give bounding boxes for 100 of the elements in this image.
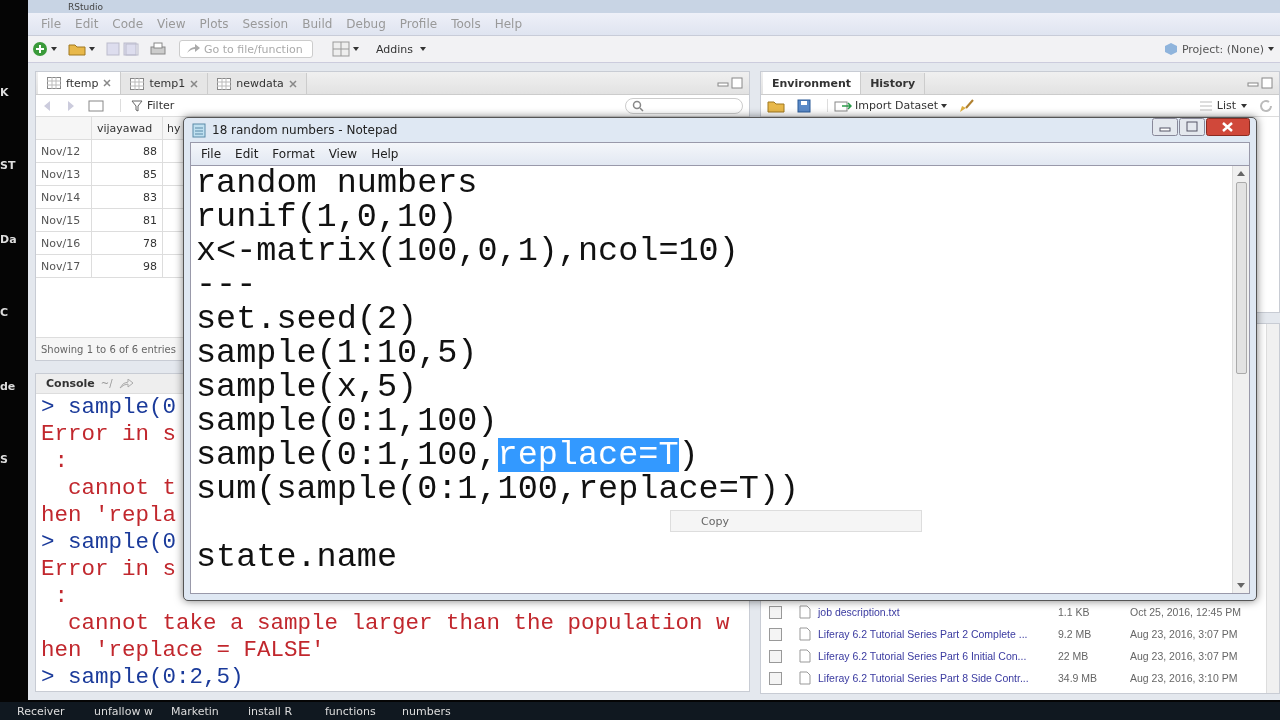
table-cell: 85: [92, 163, 163, 185]
maximize-icon[interactable]: [1179, 118, 1205, 136]
scrollbar[interactable]: [1232, 166, 1249, 593]
console-error: Error in s: [41, 556, 177, 583]
table-cell: 81: [92, 209, 163, 231]
caret-icon: [1241, 103, 1247, 108]
menu-item[interactable]: Help: [365, 147, 407, 161]
folder-icon[interactable]: [767, 98, 785, 113]
menu-item[interactable]: View: [322, 147, 366, 161]
caret-icon[interactable]: [51, 47, 57, 51]
caret-icon[interactable]: [89, 47, 95, 51]
code-text: sum(sample(0:1,100,replace=T)): [196, 472, 800, 506]
column-header[interactable]: hy: [163, 117, 181, 139]
table-icon: [217, 77, 232, 90]
console-error: cannot take a sample larger than the population w: [67, 610, 730, 637]
console-command: > sample(0: [41, 529, 177, 556]
file-date: Aug 23, 2016, 3:07 PM: [1130, 650, 1238, 662]
file-link[interactable]: Liferay 6.2 Tutorial Series Part 6 Initial Con...: [818, 650, 1058, 662]
caret-icon: [941, 103, 948, 108]
file-icon: [799, 627, 811, 641]
checkbox[interactable]: [769, 605, 782, 619]
code-text: runif(1,0,10): [196, 200, 458, 234]
filter-icon: [131, 99, 143, 112]
console-error: :: [53, 583, 68, 610]
file-icon: [799, 671, 811, 685]
window-title: 18 random numbers - Notepad: [212, 123, 398, 137]
checkbox[interactable]: [769, 671, 782, 685]
addins-menu[interactable]: Addins: [376, 42, 414, 56]
taskbar-item[interactable]: Receiver: [0, 704, 77, 718]
caret-icon[interactable]: [1268, 47, 1274, 51]
file-icon: [799, 649, 811, 663]
scrollbar[interactable]: [1266, 324, 1279, 693]
row-label: Nov/14: [36, 186, 92, 208]
checkbox[interactable]: [769, 649, 782, 663]
console-command: > sample(0:2,5): [41, 664, 244, 691]
file-link[interactable]: Liferay 6.2 Tutorial Series Part 8 Side Contr...: [818, 672, 1058, 684]
import-icon: [834, 99, 852, 112]
table-icon: [47, 77, 61, 89]
row-label: Nov/17: [36, 255, 92, 277]
file-link[interactable]: Liferay 6.2 Tutorial Series Part 2 Complete ...: [818, 628, 1058, 640]
file-tab[interactable]: temp1: [121, 73, 209, 94]
row-label: Nov/13: [36, 163, 92, 185]
caret-icon[interactable]: [420, 47, 427, 51]
refresh-icon[interactable]: [1259, 98, 1273, 113]
menu-item[interactable]: Copy: [671, 514, 729, 528]
column-header[interactable]: vijayawad: [92, 117, 163, 139]
filter-button[interactable]: Filter: [120, 99, 175, 112]
file-size: 9.2 MB: [1058, 628, 1093, 640]
taskbar-item[interactable]: install R: [231, 704, 308, 718]
scroll-down-icon: [1237, 583, 1245, 588]
file-link[interactable]: job description.txt: [818, 606, 1058, 618]
menu-item[interactable]: File: [195, 147, 230, 161]
pane-tab[interactable]: Environment: [763, 72, 862, 94]
caret-icon[interactable]: [353, 47, 359, 51]
maximize-icon[interactable]: [731, 77, 743, 89]
console-error: Error in s: [41, 421, 177, 448]
desktop-icon-label: de: [0, 379, 17, 393]
desktop-icon-label: Da: [0, 232, 18, 246]
taskbar-item[interactable]: Marketin: [154, 704, 231, 718]
file-date: Oct 25, 2016, 12:45 PM: [1130, 606, 1241, 618]
file-tab[interactable]: newdata: [208, 73, 307, 94]
taskbar-item[interactable]: numbers: [385, 704, 462, 718]
table-cell: 83: [92, 186, 163, 208]
list-view-menu[interactable]: List: [1199, 99, 1247, 112]
file-tab[interactable]: ftemp: [38, 72, 122, 94]
new-file-icon[interactable]: [32, 41, 48, 57]
window-title: RStudio: [68, 1, 103, 12]
file-size: 34.9 MB: [1058, 672, 1099, 684]
checkbox[interactable]: [769, 627, 782, 641]
code-text: ): [678, 438, 699, 472]
menu-item[interactable]: Format: [266, 147, 323, 161]
popout-icon[interactable]: [88, 99, 104, 112]
desktop-icon-label: K: [0, 86, 10, 99]
close-icon[interactable]: [1206, 118, 1250, 136]
taskbar-item[interactable]: unfallow w: [77, 704, 154, 718]
console-error: cannot t: [67, 475, 177, 502]
broom-icon[interactable]: [959, 98, 976, 113]
pane-tab[interactable]: History: [861, 73, 926, 94]
code-text: sample(0:1,100,: [196, 438, 498, 472]
console-error: hen 'repla: [41, 502, 177, 529]
file-size: 1.1 KB: [1058, 606, 1091, 618]
console-command: > sample(0: [41, 394, 177, 421]
project-menu[interactable]: Project: (None): [1181, 42, 1264, 56]
search-icon: [632, 99, 644, 112]
code-text: x<-matrix(100,0,1),ncol=10): [196, 234, 739, 268]
minimize-icon[interactable]: [1152, 118, 1178, 136]
print-icon[interactable]: [150, 42, 166, 56]
maximize-icon[interactable]: [1261, 77, 1273, 89]
file-size: 22 MB: [1058, 650, 1090, 662]
selected-text: replace=T: [497, 438, 679, 472]
desktop-icon-label: ST: [0, 159, 17, 173]
menu-item[interactable]: Edit: [229, 147, 267, 161]
file-date: Aug 23, 2016, 3:10 PM: [1130, 672, 1238, 684]
taskbar-item[interactable]: functions: [308, 704, 385, 718]
import-dataset-button[interactable]: Import Dataset: [827, 99, 948, 112]
console-error: hen 'replace = FALSE': [41, 637, 325, 664]
arrow-icon[interactable]: [118, 378, 133, 389]
table-icon: [130, 77, 145, 90]
back-forward-icon[interactable]: [42, 99, 76, 112]
console-path: ~/: [100, 378, 113, 389]
